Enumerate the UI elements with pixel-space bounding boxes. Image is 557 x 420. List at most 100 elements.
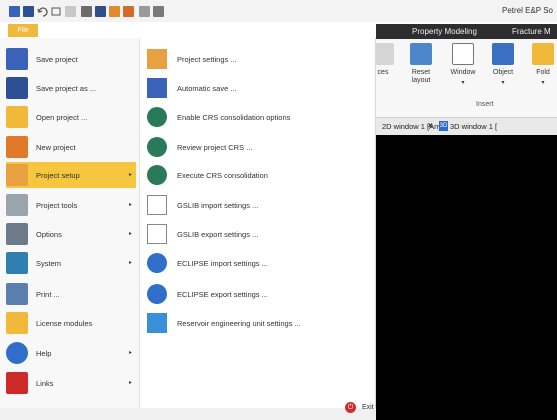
chevron-right-icon: ▸ bbox=[128, 260, 132, 266]
submenu-item-enable-crs-consolidation[interactable]: Enable CRS consolidation options bbox=[147, 104, 373, 130]
menu-item-new-project[interactable]: New project bbox=[6, 134, 136, 160]
menu-item-label: Project tools bbox=[36, 200, 78, 210]
globe-icon bbox=[147, 107, 167, 127]
folder-button[interactable]: Fold ▾ bbox=[524, 43, 557, 87]
menu-item-label: Project setup bbox=[36, 170, 80, 180]
export-icon[interactable] bbox=[122, 5, 134, 17]
chevron-right-icon: ▸ bbox=[128, 350, 132, 356]
submenu-item-label: Reservoir engineering unit settings ... bbox=[177, 318, 301, 328]
menu-item-label: System bbox=[36, 258, 62, 268]
3d-badge: 3D bbox=[439, 121, 448, 131]
tab-3d-window[interactable]: 3D window 1 [ bbox=[450, 122, 497, 131]
gear-icon bbox=[147, 284, 167, 304]
submenu-item-execute-crs-consolidation[interactable]: Execute CRS consolidation bbox=[147, 162, 373, 188]
object-button[interactable]: Object ▾ bbox=[484, 43, 522, 87]
submenu-item-label: GSLIB export settings ... bbox=[177, 229, 259, 239]
ribbon-button-label: Window bbox=[450, 69, 476, 76]
project-settings-icon bbox=[147, 49, 167, 69]
automatic-save-icon bbox=[147, 78, 167, 98]
globe-icon bbox=[147, 137, 167, 157]
ribbon-button-label: Fold bbox=[536, 69, 550, 76]
chart-icon[interactable] bbox=[152, 5, 164, 17]
monitor-icon bbox=[6, 252, 28, 274]
menu-item-label: License modules bbox=[36, 318, 93, 328]
close-icon[interactable]: × bbox=[428, 121, 433, 130]
globe-icon bbox=[147, 165, 167, 185]
menu-item-label: New project bbox=[36, 142, 76, 152]
undo-icon[interactable] bbox=[36, 5, 48, 17]
menu-item-label: Open project ... bbox=[36, 112, 88, 122]
project-setup-icon bbox=[6, 164, 28, 186]
ribbon: ces Reset layout Window ▾ Object ▾ Fold … bbox=[372, 39, 557, 118]
open-folder-icon[interactable] bbox=[22, 5, 34, 17]
menu-item-label: Save project as ... bbox=[36, 83, 97, 93]
submenu-item-gslib-import[interactable]: GSLIB import settings ... bbox=[147, 192, 373, 218]
window-icon[interactable] bbox=[64, 5, 76, 17]
printer-icon bbox=[6, 283, 28, 305]
chevron-right-icon: ▸ bbox=[128, 380, 132, 386]
document-gear-icon bbox=[147, 195, 167, 215]
submenu-item-label: Enable CRS consolidation options bbox=[177, 112, 291, 122]
menu-item-label: Help bbox=[36, 348, 52, 358]
chevron-right-icon: ▸ bbox=[128, 202, 132, 208]
menu-item-project-tools[interactable]: Project tools ▸ bbox=[6, 192, 136, 218]
submenu-item-project-settings[interactable]: Project settings ... bbox=[147, 46, 373, 72]
menu-item-links[interactable]: Links ▸ bbox=[6, 370, 136, 396]
folder-icon bbox=[532, 43, 554, 65]
exit-icon[interactable]: ⏻ bbox=[345, 402, 356, 413]
menu-item-open-project[interactable]: Open project ... bbox=[6, 104, 136, 130]
redo-icon[interactable] bbox=[50, 5, 62, 17]
save-icon[interactable] bbox=[8, 5, 20, 17]
window-button[interactable]: Window ▾ bbox=[444, 43, 482, 87]
quick-access-toolbar: Petrel E&P So bbox=[0, 0, 557, 22]
submenu-item-automatic-save[interactable]: Automatic save ... bbox=[147, 75, 373, 101]
menu-item-label: Save project bbox=[36, 54, 78, 64]
tab-2d-window[interactable]: 2D window 1 [Any] bbox=[382, 122, 444, 131]
window-tabs: 2D window 1 [Any] × 3D 3D window 1 [ bbox=[376, 118, 557, 135]
open-folder-icon bbox=[6, 106, 28, 128]
ribbon-tabs: Property Modeling Fracture M bbox=[376, 24, 557, 39]
submenu-item-gslib-export[interactable]: GSLIB export settings ... bbox=[147, 221, 373, 247]
menu-item-print[interactable]: Print ... bbox=[6, 281, 136, 307]
ribbon-button-label: Object bbox=[492, 69, 514, 76]
options-icon bbox=[6, 223, 28, 245]
chevron-right-icon: ▸ bbox=[128, 172, 132, 178]
document-gear-icon bbox=[147, 224, 167, 244]
tab-fracture-modeling[interactable]: Fracture M bbox=[512, 27, 551, 36]
inspector-icon[interactable] bbox=[94, 5, 106, 17]
chevron-right-icon: ▸ bbox=[128, 231, 132, 237]
menu-item-options[interactable]: Options ▸ bbox=[6, 221, 136, 247]
file-tab[interactable]: File bbox=[8, 24, 38, 37]
submenu-item-review-project-crs[interactable]: Review project CRS ... bbox=[147, 134, 373, 160]
bookmark-icon bbox=[6, 372, 28, 394]
reset-layout-button[interactable]: Reset layout bbox=[402, 43, 440, 85]
tab-property-modeling[interactable]: Property Modeling bbox=[412, 27, 477, 36]
ribbon-group-insert: Insert bbox=[476, 101, 494, 108]
reset-layout-icon bbox=[410, 43, 432, 65]
submenu-item-label: ECLIPSE export settings ... bbox=[177, 289, 268, 299]
status-bar bbox=[0, 408, 376, 420]
new-project-icon bbox=[6, 136, 28, 158]
exit-button[interactable]: Exit bbox=[362, 404, 374, 411]
save-as-icon bbox=[6, 77, 28, 99]
3d-viewport[interactable] bbox=[376, 135, 557, 420]
process-icon[interactable] bbox=[108, 5, 120, 17]
menu-item-project-setup[interactable]: Project setup ▸ bbox=[6, 162, 136, 188]
menu-item-save-project-as[interactable]: Save project as ... bbox=[6, 75, 136, 101]
submenu-item-eclipse-import[interactable]: ECLIPSE import settings ... bbox=[147, 250, 373, 276]
wrench-icon bbox=[6, 194, 28, 216]
chevron-down-icon: ▾ bbox=[461, 80, 465, 86]
save-icon bbox=[6, 48, 28, 70]
print-icon[interactable] bbox=[138, 5, 150, 17]
menu-item-help[interactable]: Help ▸ bbox=[6, 340, 136, 366]
table-icon[interactable] bbox=[80, 5, 92, 17]
app-title: Petrel E&P So bbox=[502, 6, 553, 15]
menu-item-label: Print ... bbox=[36, 289, 60, 299]
menu-item-save-project[interactable]: Save project bbox=[6, 46, 136, 72]
submenu-item-eclipse-export[interactable]: ECLIPSE export settings ... bbox=[147, 281, 373, 307]
submenu-item-reservoir-engineering-units[interactable]: Reservoir engineering unit settings ... bbox=[147, 310, 373, 336]
book-icon bbox=[147, 313, 167, 333]
menu-item-license-modules[interactable]: License modules bbox=[6, 310, 136, 336]
submenu-item-label: Review project CRS ... bbox=[177, 142, 253, 152]
menu-item-system[interactable]: System ▸ bbox=[6, 250, 136, 276]
